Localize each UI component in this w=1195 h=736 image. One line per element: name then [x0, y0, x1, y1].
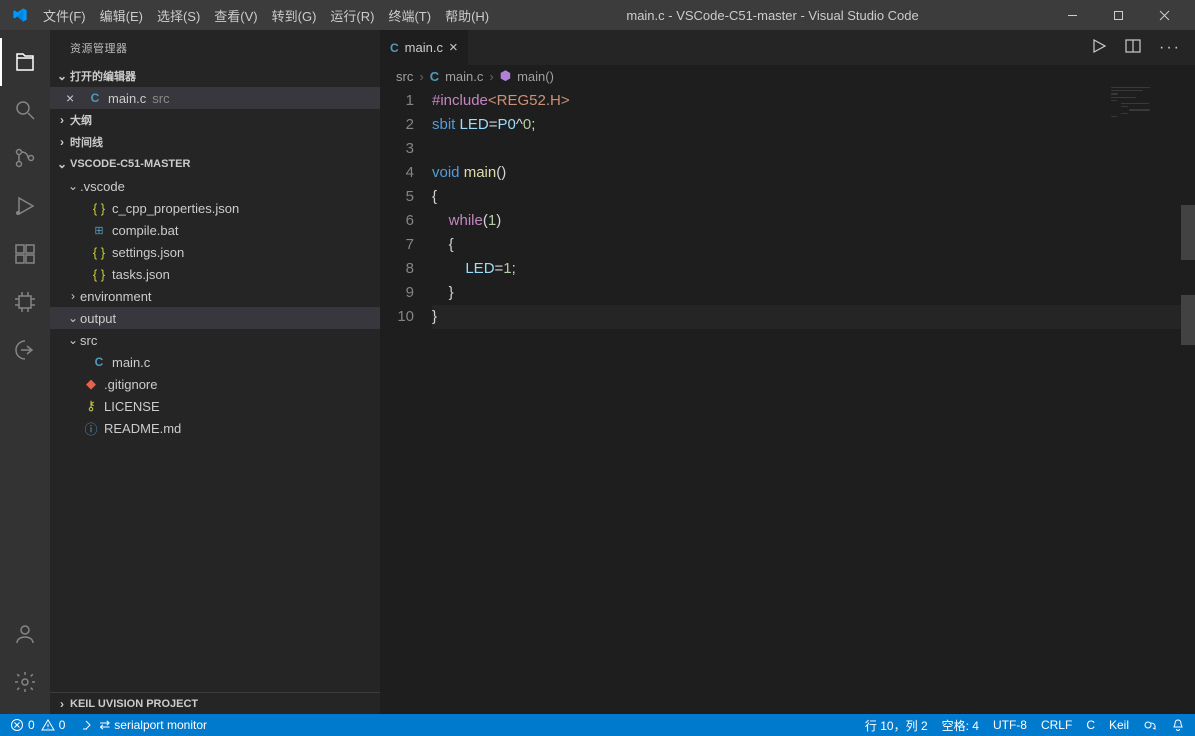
title-bar: 文件(F)编辑(E)选择(S)查看(V)转到(G)运行(R)终端(T)帮助(H)…: [0, 0, 1195, 30]
chevron-right-icon: ›: [66, 289, 80, 303]
file-item[interactable]: { }c_cpp_properties.json: [50, 197, 380, 219]
menu-item[interactable]: 终端(T): [381, 6, 438, 25]
file-item[interactable]: ⚷LICENSE: [50, 395, 380, 417]
c-file-icon: C: [86, 91, 104, 105]
vscode-logo-icon: [12, 7, 28, 23]
tab-bar: C main.c × ···: [380, 30, 1195, 65]
json-file-icon: { }: [90, 245, 108, 260]
outline-header[interactable]: ›大纲: [50, 109, 380, 131]
keil-item[interactable]: Keil: [1109, 718, 1129, 732]
open-editors-header[interactable]: ⌄打开的编辑器: [50, 65, 380, 87]
encoding-item[interactable]: UTF-8: [993, 718, 1027, 732]
minimap[interactable]: [1111, 87, 1181, 117]
chevron-right-icon: ›: [54, 135, 70, 149]
chevron-right-icon: ›: [419, 69, 423, 84]
folder-item[interactable]: ⌄.vscode: [50, 175, 380, 197]
json-file-icon: { }: [90, 201, 108, 216]
git-file-icon: ◆: [82, 376, 100, 392]
file-item[interactable]: ⊞compile.bat: [50, 219, 380, 241]
menu-item[interactable]: 查看(V): [207, 6, 264, 25]
tab[interactable]: C main.c ×: [380, 30, 469, 65]
scroll-thumb[interactable]: [1181, 295, 1195, 345]
menu-item[interactable]: 文件(F): [36, 6, 93, 25]
bell-icon[interactable]: [1171, 718, 1185, 732]
close-icon[interactable]: ×: [66, 90, 82, 106]
minimize-button[interactable]: [1049, 0, 1095, 30]
function-icon: ⬢: [500, 68, 511, 84]
folder-item[interactable]: ⌄src: [50, 329, 380, 351]
menu-item[interactable]: 转到(G): [265, 6, 324, 25]
menu-item[interactable]: 运行(R): [323, 6, 381, 25]
chevron-down-icon: ⌄: [66, 333, 80, 347]
chevron-down-icon: ⌄: [54, 69, 70, 83]
chevron-down-icon: ⌄: [66, 311, 80, 325]
c-file-icon: C: [430, 69, 439, 84]
eol-item[interactable]: CRLF: [1041, 718, 1072, 732]
code-editor[interactable]: 12345678910 #include<REG52.H>sbit LED=P0…: [380, 87, 1195, 714]
activity-bar: [0, 30, 50, 714]
menu-item[interactable]: 选择(S): [150, 6, 207, 25]
sidebar: 资源管理器 ⌄打开的编辑器 × C main.c src ›大纲 ›时间线 ⌄V…: [50, 30, 380, 714]
lang-item[interactable]: C: [1086, 718, 1095, 732]
timeline-header[interactable]: ›时间线: [50, 131, 380, 153]
folder-item[interactable]: ⌄output: [50, 307, 380, 329]
scroll-thumb[interactable]: [1181, 205, 1195, 260]
file-item[interactable]: ⓘREADME.md: [50, 417, 380, 439]
sidebar-title: 资源管理器: [50, 30, 380, 65]
menu-item[interactable]: 编辑(E): [93, 6, 150, 25]
open-editors-list: × C main.c src: [50, 87, 380, 109]
close-button[interactable]: [1141, 0, 1187, 30]
explorer-icon[interactable]: [0, 38, 50, 86]
code-lines: #include<REG52.H>sbit LED=P0^0;void main…: [432, 89, 1195, 714]
c-file-icon: C: [390, 41, 399, 55]
serial-item[interactable]: ⇄serialport monitor: [81, 717, 207, 733]
file-item[interactable]: Cmain.c: [50, 351, 380, 373]
run-icon[interactable]: [1091, 38, 1107, 57]
chevron-down-icon: ⌄: [66, 179, 80, 193]
keil-header[interactable]: ›KEIL UVISION PROJECT: [50, 692, 380, 714]
chevron-right-icon: ›: [54, 113, 70, 127]
source-control-icon[interactable]: [0, 134, 50, 182]
feedback-icon[interactable]: [1143, 718, 1157, 732]
maximize-button[interactable]: [1095, 0, 1141, 30]
chevron-right-icon: ›: [54, 697, 70, 711]
file-item[interactable]: { }tasks.json: [50, 263, 380, 285]
folder-item[interactable]: ›environment: [50, 285, 380, 307]
account-icon[interactable]: [0, 610, 50, 658]
breadcrumb[interactable]: src › C main.c › ⬢ main(): [380, 65, 1195, 87]
line-gutter: 12345678910: [380, 89, 432, 714]
close-tab-icon[interactable]: ×: [449, 39, 458, 56]
open-editor-item[interactable]: × C main.c src: [50, 87, 380, 109]
project-header[interactable]: ⌄VSCODE-C51-MASTER: [50, 153, 380, 175]
more-icon[interactable]: ···: [1159, 39, 1181, 57]
info-file-icon: ⓘ: [82, 419, 100, 438]
scrollbar-vertical[interactable]: [1181, 65, 1195, 714]
window-title: main.c - VSCode-C51-master - Visual Stud…: [496, 8, 1049, 23]
editor-area: C main.c × ··· src › C main.c › ⬢ main()…: [380, 30, 1195, 714]
license-file-icon: ⚷: [82, 398, 100, 414]
export-icon[interactable]: [0, 326, 50, 374]
bat-file-icon: ⊞: [90, 224, 108, 237]
split-editor-icon[interactable]: [1125, 38, 1141, 57]
errors-item[interactable]: 0: [10, 718, 35, 732]
spaces-item[interactable]: 空格: 4: [942, 717, 979, 734]
file-item[interactable]: ◆.gitignore: [50, 373, 380, 395]
file-tree: ⌄.vscode { }c_cpp_properties.json ⊞compi…: [50, 175, 380, 692]
cursor-pos-item[interactable]: 行 10，列 2: [865, 717, 928, 734]
extensions-icon[interactable]: [0, 230, 50, 278]
warnings-item[interactable]: 0: [41, 718, 66, 732]
json-file-icon: { }: [90, 267, 108, 282]
run-debug-icon[interactable]: [0, 182, 50, 230]
chevron-right-icon: ›: [489, 69, 493, 84]
chip-icon[interactable]: [0, 278, 50, 326]
settings-gear-icon[interactable]: [0, 658, 50, 706]
file-item[interactable]: { }settings.json: [50, 241, 380, 263]
search-icon[interactable]: [0, 86, 50, 134]
status-bar: 0 0 ⇄serialport monitor 行 10，列 2 空格: 4 U…: [0, 714, 1195, 736]
menu-item[interactable]: 帮助(H): [438, 6, 496, 25]
c-file-icon: C: [90, 355, 108, 369]
chevron-down-icon: ⌄: [54, 157, 70, 171]
menu-bar: 文件(F)编辑(E)选择(S)查看(V)转到(G)运行(R)终端(T)帮助(H): [36, 6, 496, 25]
